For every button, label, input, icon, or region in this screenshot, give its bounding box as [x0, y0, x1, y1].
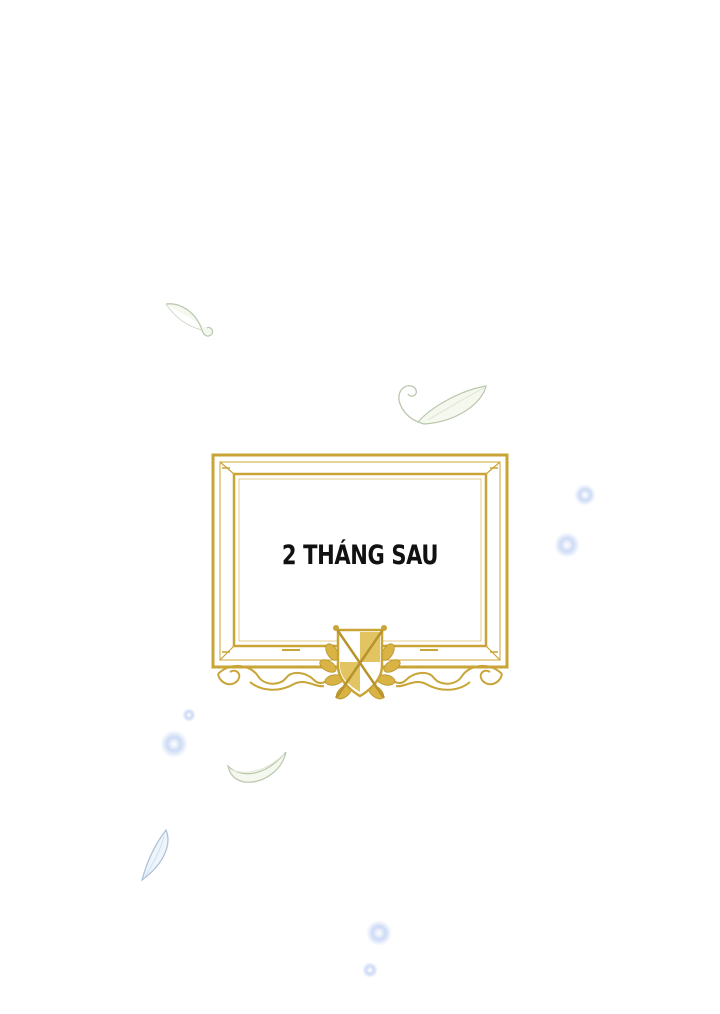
petal-bottom-middle [227, 751, 287, 783]
sparkle [362, 962, 378, 978]
petal-bottom-left [140, 828, 169, 882]
shield-crest [333, 625, 387, 699]
comic-panel: 2 THÁNG SAU [0, 0, 720, 1014]
petal-top-right [398, 385, 487, 425]
sparkle [160, 730, 188, 758]
ornate-gold-frame [211, 453, 509, 700]
sparkle [554, 532, 580, 558]
time-skip-caption: 2 THÁNG SAU [281, 540, 439, 571]
sparkle [574, 484, 596, 506]
caption-frame: 2 THÁNG SAU [210, 452, 510, 702]
sparkle [182, 708, 196, 722]
petal-top-left [165, 303, 214, 337]
sparkle [366, 920, 392, 946]
